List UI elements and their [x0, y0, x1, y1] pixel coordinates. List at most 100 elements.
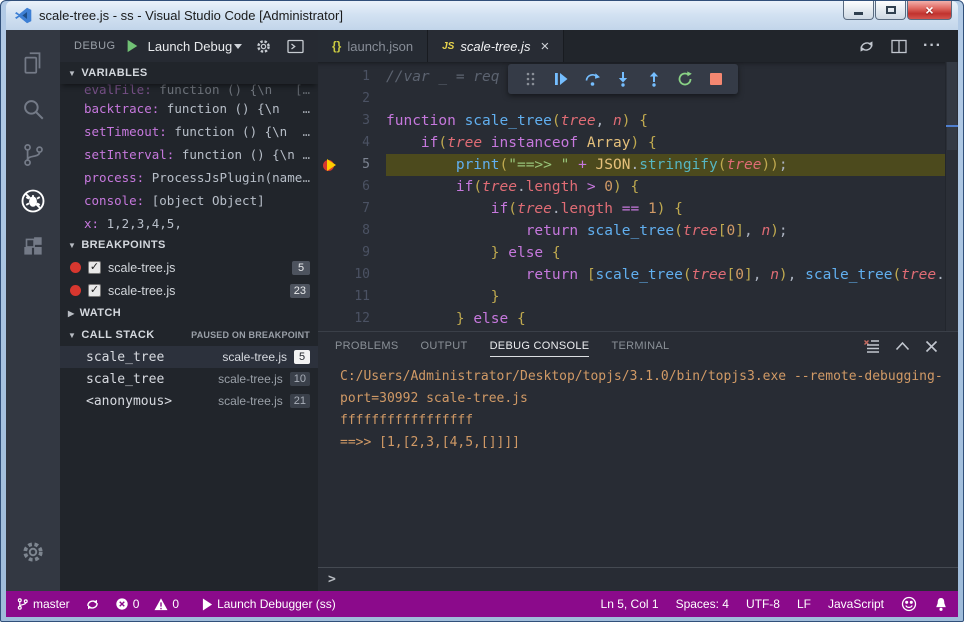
editor-gutter[interactable]: 5	[318, 154, 386, 176]
configure-gear-icon[interactable]	[255, 38, 272, 55]
editor-gutter[interactable]: 3	[318, 110, 386, 132]
variable-row[interactable]: setTimeout: function () {\n…	[84, 120, 318, 143]
variables-section-header[interactable]: ▼ VARIABLES	[60, 62, 318, 84]
code-line[interactable]: 8 return scale_tree(tree[0], n);	[318, 220, 958, 242]
editor-gutter[interactable]: 9	[318, 242, 386, 264]
switch-editors-icon[interactable]	[858, 38, 875, 55]
start-debug-icon[interactable]	[125, 39, 139, 53]
line-col-indicator[interactable]: Ln 5, Col 1	[601, 597, 659, 611]
maximize-button[interactable]	[875, 1, 906, 20]
editor-gutter[interactable]: 12	[318, 308, 386, 330]
variable-row[interactable]: process: ProcessJsPlugin(name…	[84, 166, 318, 189]
language-indicator[interactable]: JavaScript	[828, 597, 884, 611]
call-stack-frame[interactable]: <anonymous>scale-tree.js21	[60, 390, 318, 412]
variable-row[interactable]: backtrace: function () {\n…	[84, 97, 318, 120]
variable-value: [object Object]	[144, 193, 264, 208]
encoding-indicator[interactable]: UTF-8	[746, 597, 780, 611]
tab-scale-tree-js[interactable]: JS scale-tree.js ×	[428, 30, 564, 62]
line-number: 1	[340, 66, 386, 88]
variable-row[interactable]: x: 1,2,3,4,5,	[84, 212, 318, 234]
panel-tab-debug-console[interactable]: DEBUG CONSOLE	[479, 332, 601, 360]
more-actions-icon[interactable]: ···	[923, 37, 942, 55]
warnings-item[interactable]: 0	[154, 597, 179, 611]
clear-console-icon[interactable]	[863, 339, 880, 354]
editor-gutter[interactable]: 4	[318, 132, 386, 154]
call-stack-section-header[interactable]: ▼ CALL STACK PAUSED ON BREAKPOINT	[60, 324, 318, 346]
extensions-icon[interactable]	[10, 224, 56, 270]
call-stack-frame[interactable]: scale_treescale-tree.js5	[60, 346, 318, 368]
debug-console-toggle-icon[interactable]	[287, 39, 304, 54]
search-icon[interactable]	[10, 86, 56, 132]
panel-tab-problems[interactable]: PROBLEMS	[324, 332, 410, 360]
feedback-smiley-icon[interactable]	[901, 596, 917, 612]
debug-config-dropdown[interactable]: Launch Debug	[148, 39, 243, 54]
step-into-button[interactable]	[611, 67, 635, 91]
close-panel-icon[interactable]	[925, 340, 938, 353]
toolbar-drag-handle[interactable]	[518, 67, 542, 91]
editor-gutter[interactable]: 10	[318, 264, 386, 286]
tab-launch-json[interactable]: {} launch.json	[318, 30, 428, 62]
token-pn	[456, 113, 465, 129]
frame-function: <anonymous>	[86, 394, 172, 409]
gutter-margin	[318, 110, 340, 132]
split-editor-icon[interactable]	[891, 39, 907, 54]
token-br: {	[639, 113, 648, 129]
eol-indicator[interactable]: LF	[797, 597, 811, 611]
continue-button[interactable]	[549, 67, 573, 91]
variable-row[interactable]: evalFile: function () {\n[…	[84, 84, 318, 97]
editor-gutter[interactable]: 11	[318, 286, 386, 308]
notifications-bell-icon[interactable]	[934, 597, 948, 612]
code-line[interactable]: 7 if(tree.length == 1) {	[318, 198, 958, 220]
stop-button[interactable]	[704, 67, 728, 91]
minimize-button[interactable]	[843, 1, 874, 20]
editor-gutter[interactable]: 7	[318, 198, 386, 220]
errors-item[interactable]: 0	[115, 597, 140, 611]
code-line[interactable]: 6 if(tree.length > 0) {	[318, 176, 958, 198]
code-line[interactable]: 3function scale_tree(tree, n) {	[318, 110, 958, 132]
step-out-button[interactable]	[642, 67, 666, 91]
panel-tab-terminal[interactable]: TERMINAL	[600, 332, 680, 360]
editor-gutter[interactable]: 2	[318, 88, 386, 110]
indent-indicator[interactable]: Spaces: 4	[676, 597, 729, 611]
editor-gutter[interactable]: 8	[318, 220, 386, 242]
code-line[interactable]: 12 } else {	[318, 308, 958, 330]
maximize-panel-icon[interactable]	[895, 341, 910, 351]
code-line[interactable]: 10 return [scale_tree(tree[0], n), scale…	[318, 264, 958, 286]
git-branch-item[interactable]: master	[16, 597, 70, 611]
close-button[interactable]: ×	[907, 1, 952, 20]
code-line[interactable]: 5 print("==>> " + JSON.stringify(tree));	[318, 154, 958, 176]
breakpoint-checkbox[interactable]: ✓	[88, 284, 101, 297]
panel-tab-bar: PROBLEMSOUTPUTDEBUG CONSOLETERMINAL	[318, 332, 958, 360]
token-br: (	[473, 179, 482, 195]
breakpoints-section-header[interactable]: ▼ BREAKPOINTS	[60, 234, 318, 256]
token-pn	[639, 201, 648, 217]
debug-console-output[interactable]: C:/Users/Administrator/Desktop/topjs/3.1…	[318, 360, 958, 567]
source-control-icon[interactable]	[10, 132, 56, 178]
variable-row[interactable]: console: [object Object]	[84, 189, 318, 212]
console-output-line: fffffffffffffffff	[340, 410, 958, 432]
step-over-button[interactable]	[580, 67, 604, 91]
panel-tab-output[interactable]: OUTPUT	[410, 332, 479, 360]
code-line[interactable]: 4 if(tree instanceof Array) {	[318, 132, 958, 154]
code-line[interactable]: 9 } else {	[318, 242, 958, 264]
editor-gutter[interactable]: 1	[318, 66, 386, 88]
restart-button[interactable]	[673, 67, 697, 91]
breakpoint-row[interactable]: ✓scale-tree.js5	[60, 256, 318, 279]
explorer-icon[interactable]	[10, 40, 56, 86]
editor-gutter[interactable]: 6	[318, 176, 386, 198]
sync-item[interactable]	[85, 597, 100, 612]
call-stack-frame[interactable]: scale_treescale-tree.js10	[60, 368, 318, 390]
code-line[interactable]: 11 }	[318, 286, 958, 308]
settings-gear-icon[interactable]	[10, 529, 56, 575]
breakpoint-row[interactable]: ✓scale-tree.js23	[60, 279, 318, 302]
code-editor[interactable]: 1//var _ = req23function scale_tree(tree…	[318, 62, 958, 331]
breakpoint-checkbox[interactable]: ✓	[88, 261, 101, 274]
watch-section-header[interactable]: ▶ WATCH	[60, 302, 318, 324]
frame-line-badge: 21	[290, 394, 310, 408]
variable-row[interactable]: setInterval: function () {\n…	[84, 143, 318, 166]
tab-close-icon[interactable]: ×	[540, 38, 549, 55]
launch-debugger-item[interactable]: Launch Debugger (ss)	[202, 597, 336, 611]
debug-icon[interactable]	[10, 178, 56, 224]
debug-console-input[interactable]: >	[318, 567, 958, 591]
editor-scrollbar[interactable]	[945, 62, 958, 331]
